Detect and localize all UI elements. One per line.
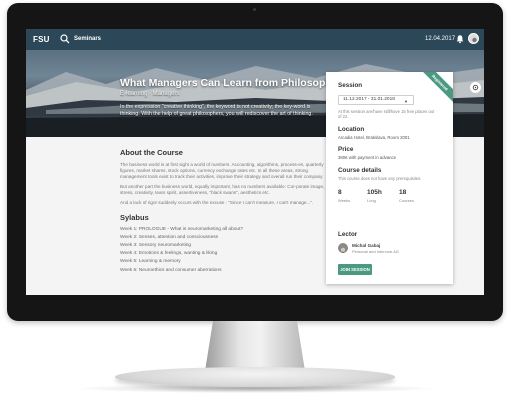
bell-icon[interactable] <box>455 34 465 44</box>
session-card: Registered Session 11.12.2017 - 31.01.20… <box>326 72 453 284</box>
nav-date: 12.04.2017 <box>425 36 456 42</box>
settings-gear-icon[interactable] <box>470 82 481 93</box>
syllabus-title: Sylabus <box>120 212 149 222</box>
location-label: Location <box>338 126 365 133</box>
join-session-button[interactable]: JOIN SESSION <box>338 264 372 275</box>
lector-avatar[interactable] <box>338 243 348 253</box>
syllabus-item: Week 6: Neuroethics and consumer aberrat… <box>120 267 222 273</box>
nav-section-title[interactable]: Seminars <box>74 36 101 42</box>
search-icon[interactable] <box>60 34 70 44</box>
screen: FSU Seminars 12.04.2017 What Managers Ca… <box>26 29 484 295</box>
syllabus-item: Week 3: Sensory neuromarketing <box>120 242 192 248</box>
about-paragraph: And a lack of rigor suddenly occurs with… <box>120 200 314 206</box>
location-value: Arcadia Hotel, Bratislava, Room 2001 <box>338 135 410 140</box>
session-date-select[interactable]: 11.12.2017 - 31.01.2018 ▼ <box>338 95 414 105</box>
lector-role: Personal and Intercom AG <box>352 249 399 254</box>
syllabus-item: Week 4: Emotions & feelings, wanting & l… <box>120 251 218 257</box>
course-title: What Managers Can Learn from Philosophy <box>120 77 338 89</box>
course-subtitle: E-learning · Managers <box>120 91 180 97</box>
lector-label: Lector <box>338 231 358 238</box>
session-date-value: 11.12.2017 - 31.01.2018 <box>343 97 395 102</box>
stat-long-value: 105h <box>367 189 382 196</box>
lector-name[interactable]: Michal Gabaj <box>352 243 380 248</box>
monitor-base <box>115 367 395 387</box>
about-title: About the Course <box>120 148 183 157</box>
price-value: 380€ with payment in advance <box>338 155 397 160</box>
stat-courses-value: 18 <box>399 189 407 196</box>
monitor-stand <box>205 321 305 371</box>
logo[interactable]: FSU <box>33 35 50 44</box>
user-avatar[interactable] <box>468 33 479 44</box>
syllabus-item: Week 2: Senses, attention and consciousn… <box>120 234 219 240</box>
price-label: Price <box>338 146 354 153</box>
details-note: This course does not have any prerequisi… <box>338 176 422 181</box>
registered-ribbon: Registered <box>416 72 453 107</box>
stat-weeks-label: Weeks <box>338 198 351 203</box>
syllabus-item: Week 1: PROLOGUE - What is neuromarketin… <box>120 226 244 232</box>
details-label: Course details <box>338 167 382 174</box>
dropdown-caret-icon: ▼ <box>404 99 408 104</box>
monitor-frame: FSU Seminars 12.04.2017 What Managers Ca… <box>7 3 503 321</box>
about-paragraph: The business world is at first sight a w… <box>120 162 324 180</box>
syllabus-item: Week 5: Learning & memory <box>120 259 181 265</box>
session-label: Session <box>338 82 363 89</box>
about-paragraph: But another part the business world, equ… <box>120 184 325 196</box>
session-note: At this session are/have still/have 15 f… <box>338 109 435 120</box>
webcam <box>253 8 256 11</box>
stat-courses-label: Courses <box>399 198 414 203</box>
course-content: About the Course The business world is a… <box>120 148 325 275</box>
stat-weeks-value: 8 <box>338 189 342 196</box>
course-description: In the expression "creative thinking", t… <box>120 104 313 117</box>
top-nav: FSU Seminars 12.04.2017 <box>26 29 484 50</box>
stat-long-label: Long <box>367 198 376 203</box>
